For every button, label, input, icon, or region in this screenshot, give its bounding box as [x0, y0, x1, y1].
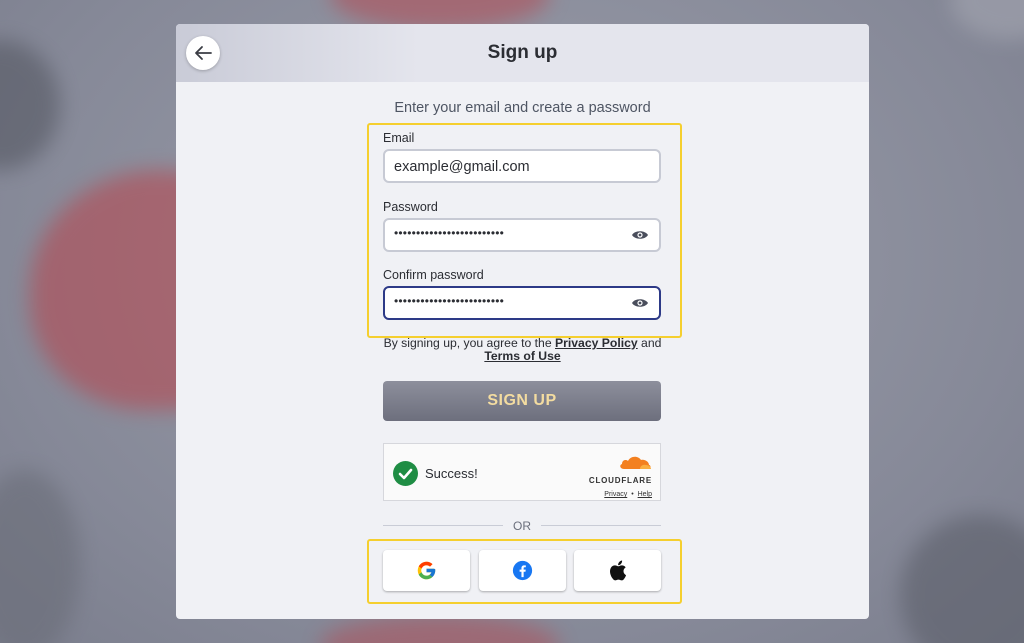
captcha-link-separator: •	[631, 491, 634, 498]
google-icon	[417, 561, 436, 580]
terms-prefix: By signing up, you agree to the	[383, 336, 555, 350]
divider-line	[383, 525, 503, 526]
decor-circle	[950, 0, 1024, 40]
google-signin-button[interactable]	[383, 550, 470, 591]
password-field[interactable]: •••••••••••••••••••••••••	[383, 218, 661, 252]
facebook-signin-button[interactable]	[479, 550, 566, 591]
captcha-widget[interactable]: Success! CLOUDFLARE Privacy • Help	[383, 443, 661, 501]
checkmark-icon	[393, 461, 418, 486]
dialog-header: Sign up	[176, 24, 869, 82]
captcha-links: Privacy • Help	[582, 491, 652, 498]
eye-icon[interactable]	[631, 229, 649, 241]
page-title: Sign up	[487, 42, 558, 63]
confirm-password-field[interactable]: •••••••••••••••••••••••••	[383, 286, 661, 320]
decor-circle	[0, 40, 60, 170]
password-label: Password	[383, 200, 438, 214]
divider-line	[541, 525, 661, 526]
email-label: Email	[383, 131, 415, 145]
privacy-policy-link[interactable]: Privacy Policy	[555, 336, 638, 350]
email-field[interactable]: example@gmail.com	[383, 149, 661, 183]
eye-icon[interactable]	[631, 297, 649, 309]
apple-signin-button[interactable]	[574, 550, 661, 591]
email-value: example@gmail.com	[394, 159, 530, 175]
confirm-password-label: Confirm password	[383, 268, 484, 282]
heart-shape	[320, 615, 560, 643]
cloud-icon	[620, 456, 651, 469]
decor-circle	[0, 470, 80, 643]
terms-text: By signing up, you agree to the Privacy …	[367, 337, 678, 363]
terms-and: and	[637, 336, 662, 350]
apple-icon	[610, 560, 627, 581]
captcha-privacy-link[interactable]: Privacy	[604, 491, 627, 498]
password-value: •••••••••••••••••••••••••	[394, 226, 505, 240]
signup-dialog: Sign up Enter your email and create a pa…	[176, 24, 869, 619]
decor-circle	[900, 515, 1024, 643]
terms-of-use-link[interactable]: Terms of Use	[484, 349, 560, 363]
captcha-help-link[interactable]: Help	[638, 491, 652, 498]
form-subtitle: Enter your email and create a password	[394, 100, 651, 116]
captcha-brand: CLOUDFLARE	[588, 476, 652, 485]
cloudflare-logo: CLOUDFLARE Privacy • Help	[582, 454, 652, 498]
facebook-icon	[512, 560, 533, 581]
sign-up-button[interactable]: SIGN UP	[383, 381, 661, 421]
captcha-status: Success!	[425, 466, 478, 481]
confirm-password-value: •••••••••••••••••••••••••	[394, 294, 505, 308]
divider-label: OR	[513, 519, 531, 533]
